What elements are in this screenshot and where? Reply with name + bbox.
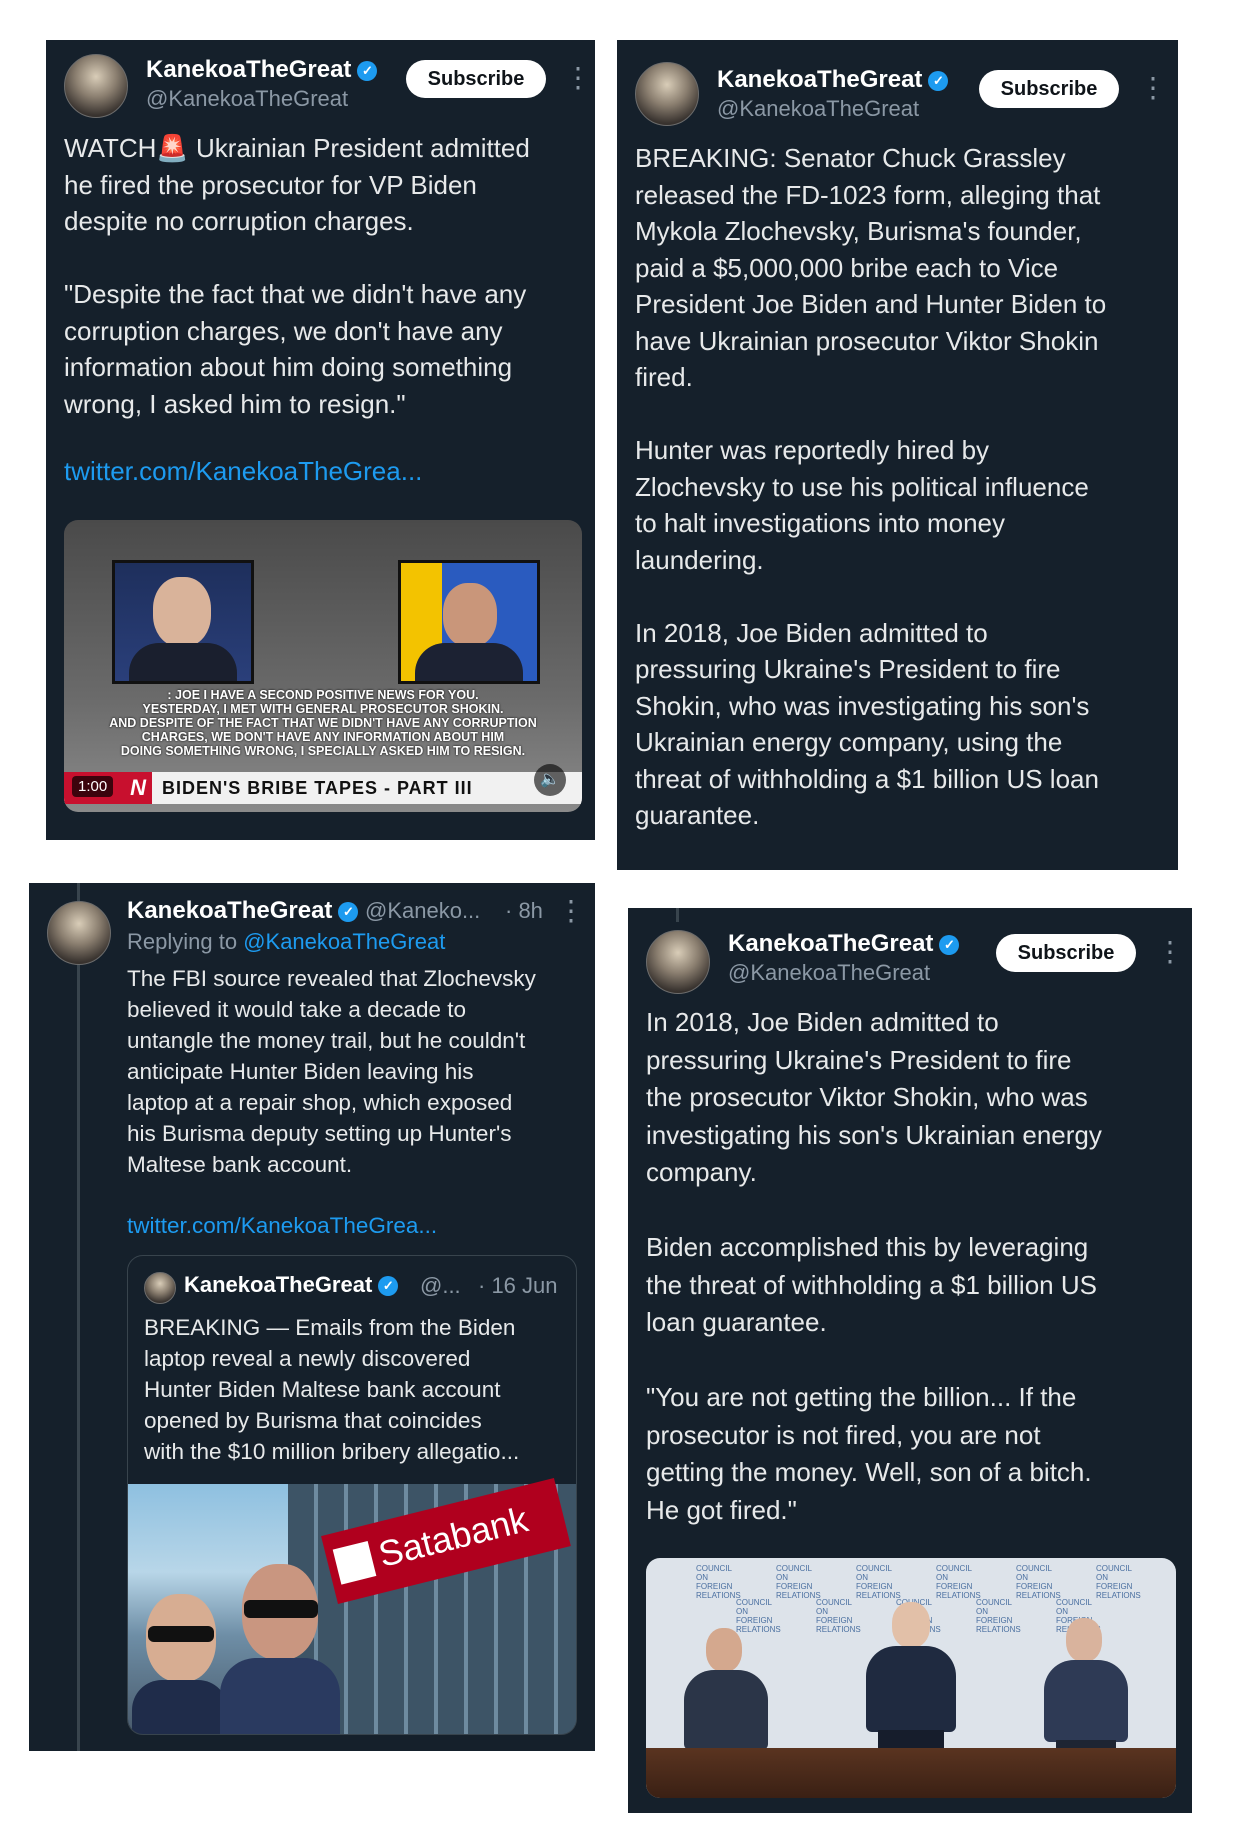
tweet-link[interactable]: twitter.com/KanekoaTheGrea...	[127, 1213, 437, 1239]
verified-icon: ✓	[939, 934, 960, 955]
subscribe-button[interactable]: Subscribe	[406, 60, 546, 98]
avatar[interactable]	[635, 62, 699, 126]
avatar[interactable]	[47, 901, 111, 965]
tweet-text: WATCH🚨 Ukrainian President admitted he f…	[64, 133, 530, 419]
quote-image: Satabank	[128, 1478, 576, 1734]
avatar[interactable]	[646, 930, 710, 994]
more-options-icon[interactable]: ⋮	[1156, 938, 1184, 966]
tweet-card-4: KanekoaTheGreat ✓ @KanekoaTheGreat Subscr…	[628, 908, 1192, 1813]
author-name[interactable]: KanekoaTheGreat ✓	[127, 897, 359, 925]
more-options-icon[interactable]: ⋮	[564, 64, 592, 92]
quote-timestamp: · 16 Jun	[478, 1273, 558, 1298]
subscribe-button[interactable]: Subscribe	[979, 70, 1119, 108]
video-duration: 1:00	[72, 776, 114, 797]
tweet-card-3: KanekoaTheGreat ✓ @Kaneko... · 8h ⋮ Reply…	[29, 883, 595, 1751]
author-handle[interactable]: @KanekoaTheGreat	[717, 96, 919, 122]
volume-icon[interactable]: 🔈	[534, 764, 566, 796]
replying-to-link[interactable]: @KanekoaTheGreat	[243, 929, 445, 954]
verified-icon: ✓	[378, 1276, 399, 1297]
author-name[interactable]: KanekoaTheGreat ✓	[146, 56, 378, 84]
timestamp[interactable]: · 8h	[505, 898, 543, 924]
video-player[interactable]: : JOE I HAVE A SECOND POSITIVE NEWS FOR …	[64, 520, 582, 812]
more-options-icon[interactable]: ⋮	[1139, 74, 1167, 102]
author-name[interactable]: KanekoaTheGreat ✓	[728, 930, 960, 958]
tweet-image[interactable]: COUNCIL ON FOREIGN RELATIONS COUNCIL ON …	[646, 1558, 1176, 1798]
tweet-card-1: KanekoaTheGreat ✓ @KanekoaTheGreat Subscr…	[46, 40, 595, 840]
thread-line	[77, 963, 80, 1751]
tweet-link[interactable]: twitter.com/KanekoaTheGrea...	[64, 456, 422, 487]
avatar[interactable]	[64, 54, 128, 118]
video-caption: : JOE I HAVE A SECOND POSITIVE NEWS FOR …	[109, 688, 537, 758]
person-right	[220, 1564, 340, 1734]
video-still-left	[112, 560, 254, 684]
thread-line	[77, 883, 80, 901]
quote-text: BREAKING — Emails from the Biden laptop …	[144, 1315, 520, 1464]
author-handle[interactable]: @KanekoaTheGreat	[146, 86, 348, 112]
tweet-text: BREAKING: Senator Chuck Grassley release…	[635, 143, 1107, 830]
author-handle[interactable]: @KanekoaTheGreat	[728, 960, 930, 986]
verified-icon: ✓	[357, 60, 378, 81]
author-name[interactable]: KanekoaTheGreat ✓	[717, 66, 949, 94]
video-ticker: N BIDEN'S BRIBE TAPES - PART III	[64, 772, 582, 804]
replying-to: Replying to @KanekoaTheGreat	[127, 929, 446, 954]
person-left	[132, 1594, 228, 1734]
tweet-text: The FBI source revealed that Zlochevsky …	[127, 966, 536, 1177]
tweet-card-2: KanekoaTheGreat ✓ @KanekoaTheGreat Subscr…	[617, 40, 1178, 870]
verified-icon: ✓	[338, 901, 359, 922]
ticker-text: BIDEN'S BRIBE TAPES - PART III	[162, 778, 473, 798]
more-options-icon[interactable]: ⋮	[557, 897, 585, 925]
video-still-right	[398, 560, 540, 684]
thread-line	[676, 908, 679, 922]
subscribe-button[interactable]: Subscribe	[996, 934, 1136, 972]
author-handle[interactable]: @Kaneko...	[365, 898, 480, 924]
tweet-text: In 2018, Joe Biden admitted to pressurin…	[646, 1007, 1102, 1525]
quote-tweet[interactable]: KanekoaTheGreat ✓ @... · 16 Jun BREAKING …	[127, 1255, 577, 1735]
verified-icon: ✓	[928, 70, 949, 91]
stage-chairs	[646, 1748, 1176, 1798]
quote-author-name: KanekoaTheGreat ✓	[184, 1272, 399, 1298]
avatar	[144, 1272, 176, 1304]
quote-author-handle: @...	[420, 1273, 461, 1298]
